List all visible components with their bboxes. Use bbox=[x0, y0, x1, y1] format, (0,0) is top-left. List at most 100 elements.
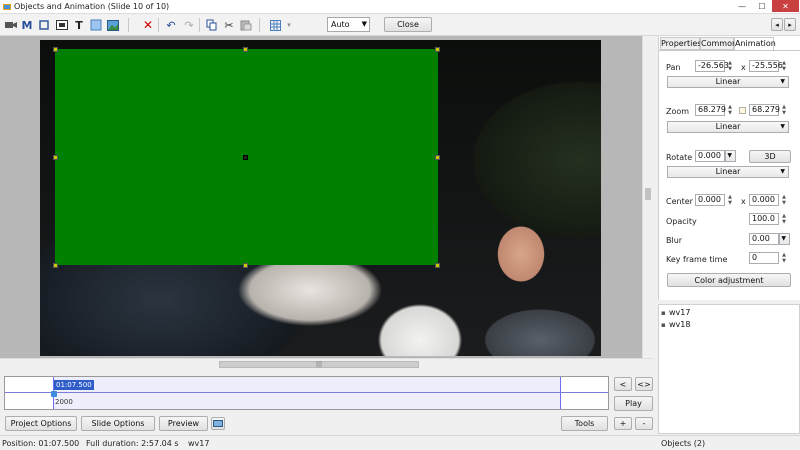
keyframe-time-label: Key frame time bbox=[666, 255, 728, 264]
toolbar-separator bbox=[158, 18, 159, 32]
keyframe-timeline[interactable]: 01:07.500 - 2000 bbox=[4, 376, 609, 410]
resize-handle-top-right[interactable] bbox=[435, 47, 440, 52]
blur-input[interactable]: 0.00 bbox=[749, 233, 779, 245]
tab-properties[interactable]: Properties bbox=[660, 37, 701, 50]
center-x-input[interactable]: 0.000 bbox=[695, 194, 725, 206]
add-keyframe-button[interactable]: + bbox=[614, 417, 632, 430]
pan-interpolation-value: Linear bbox=[715, 77, 741, 86]
zoom-link-checkbox[interactable] bbox=[739, 107, 746, 114]
opacity-input[interactable]: 100.0 bbox=[749, 213, 779, 225]
chevron-down-icon: ▼ bbox=[780, 168, 785, 175]
resize-handle-top[interactable] bbox=[243, 47, 248, 52]
vertical-scroll-thumb[interactable] bbox=[645, 188, 651, 200]
paste-icon[interactable] bbox=[239, 18, 253, 32]
cut-icon[interactable]: ✂ bbox=[222, 18, 236, 32]
rotate-interpolation-select[interactable]: Linear ▼ bbox=[667, 166, 789, 178]
color-adjustment-button[interactable]: Color adjustment bbox=[667, 273, 791, 287]
center-y-spinner[interactable]: ▲ ▼ bbox=[780, 194, 788, 206]
resize-handle-top-left[interactable] bbox=[53, 47, 58, 52]
timeline-prev-button[interactable]: < bbox=[614, 377, 632, 391]
list-item[interactable]: ▪ wv18 bbox=[661, 320, 690, 329]
toolbar-separator bbox=[199, 18, 200, 32]
slide-options-button[interactable]: Slide Options bbox=[81, 416, 155, 431]
opacity-label: Opacity bbox=[666, 217, 697, 226]
text-icon[interactable]: T bbox=[72, 18, 86, 32]
maximize-button[interactable]: ☐ bbox=[752, 0, 772, 12]
video-object-icon: ▪ bbox=[661, 309, 666, 317]
timeline-duration: 2000 bbox=[55, 398, 73, 406]
resize-handle-right[interactable] bbox=[435, 155, 440, 160]
frame-icon[interactable] bbox=[37, 18, 51, 32]
chevron-down-icon[interactable]: ▾ bbox=[282, 18, 296, 32]
rotate-interpolation-value: Linear bbox=[715, 167, 741, 176]
center-y-input[interactable]: 0.000 bbox=[749, 194, 779, 206]
image-object-icon[interactable] bbox=[55, 18, 69, 32]
objects-list[interactable]: ▪ wv17 ▪ wv18 bbox=[658, 304, 800, 434]
rectangle-icon[interactable] bbox=[89, 18, 103, 32]
zoom-interpolation-select[interactable]: Linear ▼ bbox=[667, 121, 789, 133]
copy-icon[interactable] bbox=[205, 18, 219, 32]
window-close-button[interactable]: ✕ bbox=[772, 0, 799, 12]
horizontal-scroll-thumb[interactable]: ||| bbox=[219, 361, 419, 368]
canvas-horizontal-scrollbar[interactable]: ||| bbox=[0, 358, 653, 370]
center-label: Center bbox=[666, 197, 693, 206]
center-x-spinner[interactable]: ▲ ▼ bbox=[726, 194, 734, 206]
zoom-x-input[interactable]: 68.279 bbox=[695, 104, 726, 116]
resize-handle-bottom[interactable] bbox=[243, 263, 248, 268]
nav-next-button[interactable]: ▸ bbox=[784, 18, 796, 31]
rotate-input[interactable]: 0.000 bbox=[695, 150, 725, 162]
zoom-select[interactable]: Auto ▼ bbox=[327, 17, 370, 32]
rotate-dropdown[interactable]: ▼ bbox=[725, 150, 736, 162]
status-objects-count: Objects (2) bbox=[661, 439, 706, 448]
timeline-next-button[interactable]: <> bbox=[635, 377, 653, 391]
x-separator: x bbox=[741, 63, 746, 72]
animation-tab-content: Pan -26.563 ▲ ▼ x -25.556 ▲ ▼ Linear ▼ Zoo… bbox=[659, 50, 800, 300]
minimize-button[interactable]: — bbox=[732, 0, 752, 12]
pan-x-input[interactable]: -26.563 bbox=[695, 60, 729, 72]
toolbar: M T ✕ ↶ ↷ ✂ ▾ Auto ▼ Close ◂ ▸ bbox=[0, 14, 800, 36]
zoom-x-spinner[interactable]: ▲ ▼ bbox=[726, 104, 734, 116]
zoom-y-spinner[interactable]: ▲ ▼ bbox=[780, 104, 788, 116]
picture-icon[interactable] bbox=[106, 18, 120, 32]
toolbar-separator bbox=[128, 18, 129, 32]
pan-y-spinner[interactable]: ▲ ▼ bbox=[780, 60, 788, 72]
3d-button[interactable]: 3D bbox=[749, 150, 791, 163]
resize-handle-left[interactable] bbox=[53, 155, 58, 160]
play-button[interactable]: Play bbox=[614, 396, 653, 411]
list-item[interactable]: ▪ wv17 bbox=[661, 308, 690, 317]
tab-common[interactable]: Common bbox=[700, 37, 737, 50]
tab-animation[interactable]: Animation bbox=[734, 37, 776, 51]
tools-button[interactable]: Tools bbox=[561, 416, 608, 431]
chevron-down-icon: ▼ bbox=[780, 123, 785, 130]
grid-icon[interactable] bbox=[268, 18, 282, 32]
object-center-handle[interactable] bbox=[243, 155, 248, 160]
preview-button[interactable]: Preview bbox=[159, 416, 208, 431]
keyframe-time-spinner[interactable]: ▲ ▼ bbox=[780, 252, 788, 264]
chevron-down-icon: ▼ bbox=[361, 20, 367, 28]
keyframe-marker[interactable] bbox=[51, 391, 57, 397]
pan-interpolation-select[interactable]: Linear ▼ bbox=[667, 76, 789, 88]
camera-icon[interactable] bbox=[4, 18, 18, 32]
chevron-down-icon: ▼ bbox=[780, 78, 785, 85]
undo-icon[interactable]: ↶ bbox=[164, 18, 178, 32]
blur-dropdown[interactable]: ▼ bbox=[779, 233, 790, 245]
resize-handle-bottom-right[interactable] bbox=[435, 263, 440, 268]
app-icon bbox=[3, 4, 11, 10]
zoom-y-input[interactable]: 68.279 bbox=[749, 104, 780, 116]
timeline-divider bbox=[5, 392, 608, 393]
redo-icon[interactable]: ↷ bbox=[182, 18, 196, 32]
nav-prev-button[interactable]: ◂ bbox=[771, 18, 783, 31]
resize-handle-bottom-left[interactable] bbox=[53, 263, 58, 268]
mask-icon[interactable]: M bbox=[20, 18, 34, 32]
opacity-spinner[interactable]: ▲ ▼ bbox=[780, 213, 788, 225]
remove-keyframe-button[interactable]: - bbox=[635, 417, 653, 430]
project-options-button[interactable]: Project Options bbox=[5, 416, 77, 431]
pan-y-input[interactable]: -25.556 bbox=[749, 60, 783, 72]
close-button[interactable]: Close bbox=[384, 17, 432, 32]
canvas-vertical-scrollbar[interactable] bbox=[642, 36, 653, 358]
fullscreen-preview-button[interactable] bbox=[211, 417, 225, 430]
keyframe-time-input[interactable]: 0 bbox=[749, 252, 779, 264]
delete-icon[interactable]: ✕ bbox=[141, 18, 155, 32]
chevron-down-icon: ▼ bbox=[727, 152, 732, 159]
pan-x-spinner[interactable]: ▲ ▼ bbox=[726, 60, 734, 72]
